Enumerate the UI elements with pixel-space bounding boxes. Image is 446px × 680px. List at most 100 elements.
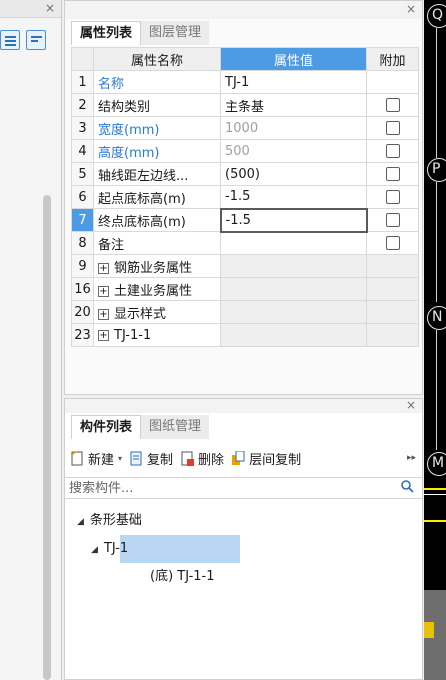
drawing-canvas[interactable]: Q P N M bbox=[424, 0, 446, 680]
property-value[interactable]: -1.5 bbox=[220, 185, 367, 209]
left-panel-scrollbar[interactable] bbox=[43, 195, 51, 680]
search-icon[interactable] bbox=[401, 480, 414, 498]
row-number: 4 bbox=[71, 139, 94, 163]
component-panel-close-icon[interactable]: × bbox=[406, 398, 416, 412]
left-panel-title-bar: × bbox=[0, 0, 61, 18]
delete-button[interactable]: 删除 bbox=[181, 449, 224, 468]
property-row-width[interactable]: 3 宽度(mm) 1000 bbox=[71, 116, 419, 140]
expand-icon[interactable]: + bbox=[98, 285, 109, 297]
property-row-name[interactable]: 1 名称 TJ-1 bbox=[71, 70, 419, 94]
property-value[interactable] bbox=[220, 231, 367, 255]
dropdown-caret-icon[interactable]: ▾ bbox=[118, 454, 122, 463]
tree-node-label: 条形基础 bbox=[89, 513, 142, 528]
row-number: 23 bbox=[71, 323, 94, 347]
row-number-header bbox=[71, 47, 94, 71]
tab-drawing-management[interactable]: 图纸管理 bbox=[141, 415, 210, 439]
new-file-icon bbox=[71, 449, 84, 466]
extra-checkbox[interactable] bbox=[385, 144, 400, 158]
property-extra bbox=[366, 300, 419, 324]
extra-checkbox[interactable] bbox=[385, 190, 400, 204]
floor-copy-button[interactable]: 层间复制 bbox=[232, 449, 301, 468]
property-value[interactable]: TJ-1 bbox=[220, 70, 367, 94]
expand-icon[interactable]: + bbox=[98, 262, 109, 274]
expand-icon[interactable]: + bbox=[98, 329, 109, 341]
extra-checkbox[interactable] bbox=[385, 213, 400, 227]
property-grid-header: 属性名称 属性值 附加 bbox=[71, 47, 419, 71]
tab-component-list[interactable]: 构件列表 bbox=[71, 415, 142, 439]
detail-view-icon[interactable] bbox=[26, 30, 46, 50]
property-value[interactable]: (500) bbox=[220, 162, 367, 186]
property-tabs: 属性列表 图层管理 bbox=[71, 21, 210, 45]
tree-node-label: TJ-1 bbox=[103, 541, 129, 556]
axis-line bbox=[436, 182, 437, 302]
row-number: 7 bbox=[71, 208, 94, 232]
selection-grip[interactable] bbox=[424, 622, 434, 638]
property-value bbox=[220, 300, 367, 324]
copy-button[interactable]: 复制 bbox=[130, 449, 173, 468]
property-row-end-elevation[interactable]: 7 终点底标高(m) -1.5 bbox=[71, 207, 419, 233]
row-number: 16 bbox=[71, 277, 94, 301]
row-number: 3 bbox=[71, 116, 94, 140]
property-extra bbox=[366, 277, 419, 301]
property-value[interactable]: 主条基 bbox=[220, 93, 367, 117]
property-group-civil[interactable]: 16 + 土建业务属性 bbox=[71, 277, 419, 301]
axis-label-m: M bbox=[427, 452, 446, 476]
property-group-subcomponent[interactable]: 23 + TJ-1-1 bbox=[71, 323, 419, 347]
property-value bbox=[220, 323, 367, 347]
property-name: 结构类别 bbox=[93, 93, 221, 117]
row-number: 9 bbox=[71, 254, 94, 278]
property-row-structure-type[interactable]: 2 结构类别 主条基 bbox=[71, 93, 419, 117]
tree-node-label: (底) TJ-1-1 bbox=[150, 569, 215, 584]
tab-property-list[interactable]: 属性列表 bbox=[71, 21, 142, 45]
property-value[interactable]: 500 bbox=[220, 139, 367, 163]
copy-button-label: 复制 bbox=[147, 452, 174, 468]
expand-icon[interactable]: + bbox=[98, 308, 109, 320]
left-panel: × bbox=[0, 0, 62, 680]
list-view-icon[interactable] bbox=[0, 30, 20, 50]
extra-checkbox[interactable] bbox=[385, 236, 400, 250]
axis-label-p: P bbox=[427, 158, 446, 182]
extra-checkbox[interactable] bbox=[385, 167, 400, 181]
row-number: 5 bbox=[71, 162, 94, 186]
extra-checkbox[interactable] bbox=[385, 121, 400, 135]
property-row-height[interactable]: 4 高度(mm) 500 bbox=[71, 139, 419, 163]
property-panel-title-bar: × bbox=[65, 1, 422, 19]
property-row-axis-offset[interactable]: 5 轴线距左边线... (500) bbox=[71, 162, 419, 186]
foundation-edge-line bbox=[424, 488, 446, 490]
property-group-display-style[interactable]: 20 + 显示样式 bbox=[71, 300, 419, 324]
property-row-remark[interactable]: 8 备注 bbox=[71, 231, 419, 255]
tree-node-tj-1-1[interactable]: (底) TJ-1-1 bbox=[65, 563, 422, 591]
property-group-rebar[interactable]: 9 + 钢筋业务属性 bbox=[71, 254, 419, 278]
group-name: 钢筋业务属性 bbox=[114, 260, 193, 276]
component-search-box bbox=[65, 477, 422, 499]
extra-checkbox[interactable] bbox=[385, 98, 400, 112]
property-panel-close-icon[interactable]: × bbox=[406, 2, 416, 16]
tree-selection-highlight bbox=[120, 535, 240, 563]
property-panel: × 属性列表 图层管理 属性名称 属性值 附加 1 名称 TJ-1 2 结构类别… bbox=[64, 0, 423, 395]
property-name: 起点底标高(m) bbox=[93, 185, 221, 209]
property-row-start-elevation[interactable]: 6 起点底标高(m) -1.5 bbox=[71, 185, 419, 209]
delete-icon bbox=[181, 451, 195, 466]
new-button[interactable]: 新建 ▾ bbox=[71, 449, 122, 468]
left-panel-close-icon[interactable]: × bbox=[45, 1, 55, 15]
tree-node-strip-foundation[interactable]: ◢ 条形基础 bbox=[65, 507, 422, 535]
collapse-caret-icon[interactable]: ◢ bbox=[77, 517, 84, 527]
component-panel: × 构件列表 图纸管理 新建 ▾ 复制 删除 层间复制 ▸▸ 搜索构件... ◢… bbox=[64, 398, 423, 680]
property-name: 高度(mm) bbox=[93, 139, 221, 163]
toolbar-overflow-icon[interactable]: ▸▸ bbox=[407, 453, 416, 463]
property-value-header: 属性值 bbox=[220, 47, 367, 71]
property-extra bbox=[366, 70, 419, 94]
collapse-caret-icon[interactable]: ◢ bbox=[91, 545, 98, 555]
property-value bbox=[220, 277, 367, 301]
property-name-header: 属性名称 bbox=[93, 47, 221, 71]
foundation-edge-line bbox=[424, 520, 446, 522]
tree-node-tj-1[interactable]: ◢ TJ-1 bbox=[65, 535, 422, 563]
component-search-input[interactable] bbox=[65, 478, 385, 498]
axis-line bbox=[436, 28, 437, 158]
component-panel-title-bar: × bbox=[65, 398, 422, 413]
property-value[interactable]: 1000 bbox=[220, 116, 367, 140]
group-name: 显示样式 bbox=[114, 306, 167, 322]
tab-layer-management[interactable]: 图层管理 bbox=[141, 21, 210, 45]
property-value-editor[interactable]: -1.5 bbox=[219, 207, 368, 233]
property-name: 宽度(mm) bbox=[93, 116, 221, 140]
